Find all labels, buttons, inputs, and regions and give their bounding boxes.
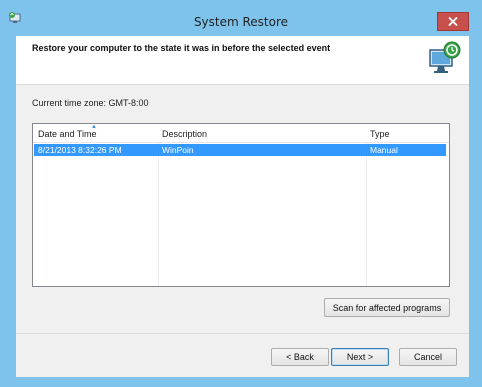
system-restore-monitor-icon bbox=[429, 41, 461, 73]
restore-points-list[interactable]: ▲ Date and Time Description Type 8/21/20… bbox=[32, 123, 450, 287]
column-header-description[interactable]: Description bbox=[162, 129, 207, 139]
cancel-button[interactable]: Cancel bbox=[399, 348, 457, 366]
back-button[interactable]: < Back bbox=[271, 348, 329, 366]
footer-divider bbox=[16, 333, 469, 334]
dialog-header: Restore your computer to the state it wa… bbox=[16, 36, 469, 85]
row-date-time: 8/21/2013 8:32:26 PM bbox=[38, 145, 122, 155]
title-bar[interactable]: System Restore bbox=[0, 0, 482, 38]
list-header: ▲ Date and Time Description Type bbox=[33, 124, 449, 143]
window-title: System Restore bbox=[193, 15, 289, 29]
row-description: WinPoin bbox=[162, 145, 194, 155]
column-header-type[interactable]: Type bbox=[370, 129, 390, 139]
dialog-client-area: Restore your computer to the state it wa… bbox=[16, 36, 469, 377]
close-button[interactable] bbox=[437, 12, 469, 31]
row-type: Manual bbox=[370, 145, 398, 155]
column-header-date-time[interactable]: Date and Time bbox=[38, 129, 97, 139]
timezone-label: Current time zone: GMT-8:00 bbox=[32, 98, 149, 108]
instruction-text: Restore your computer to the state it wa… bbox=[32, 43, 331, 53]
table-row[interactable]: 8/21/2013 8:32:26 PM WinPoin Manual bbox=[34, 144, 446, 156]
scan-affected-programs-button[interactable]: Scan for affected programs bbox=[324, 298, 450, 317]
next-button[interactable]: Next > bbox=[331, 348, 389, 366]
close-icon bbox=[448, 17, 458, 26]
system-restore-window: System Restore Restore your computer to … bbox=[0, 0, 482, 387]
